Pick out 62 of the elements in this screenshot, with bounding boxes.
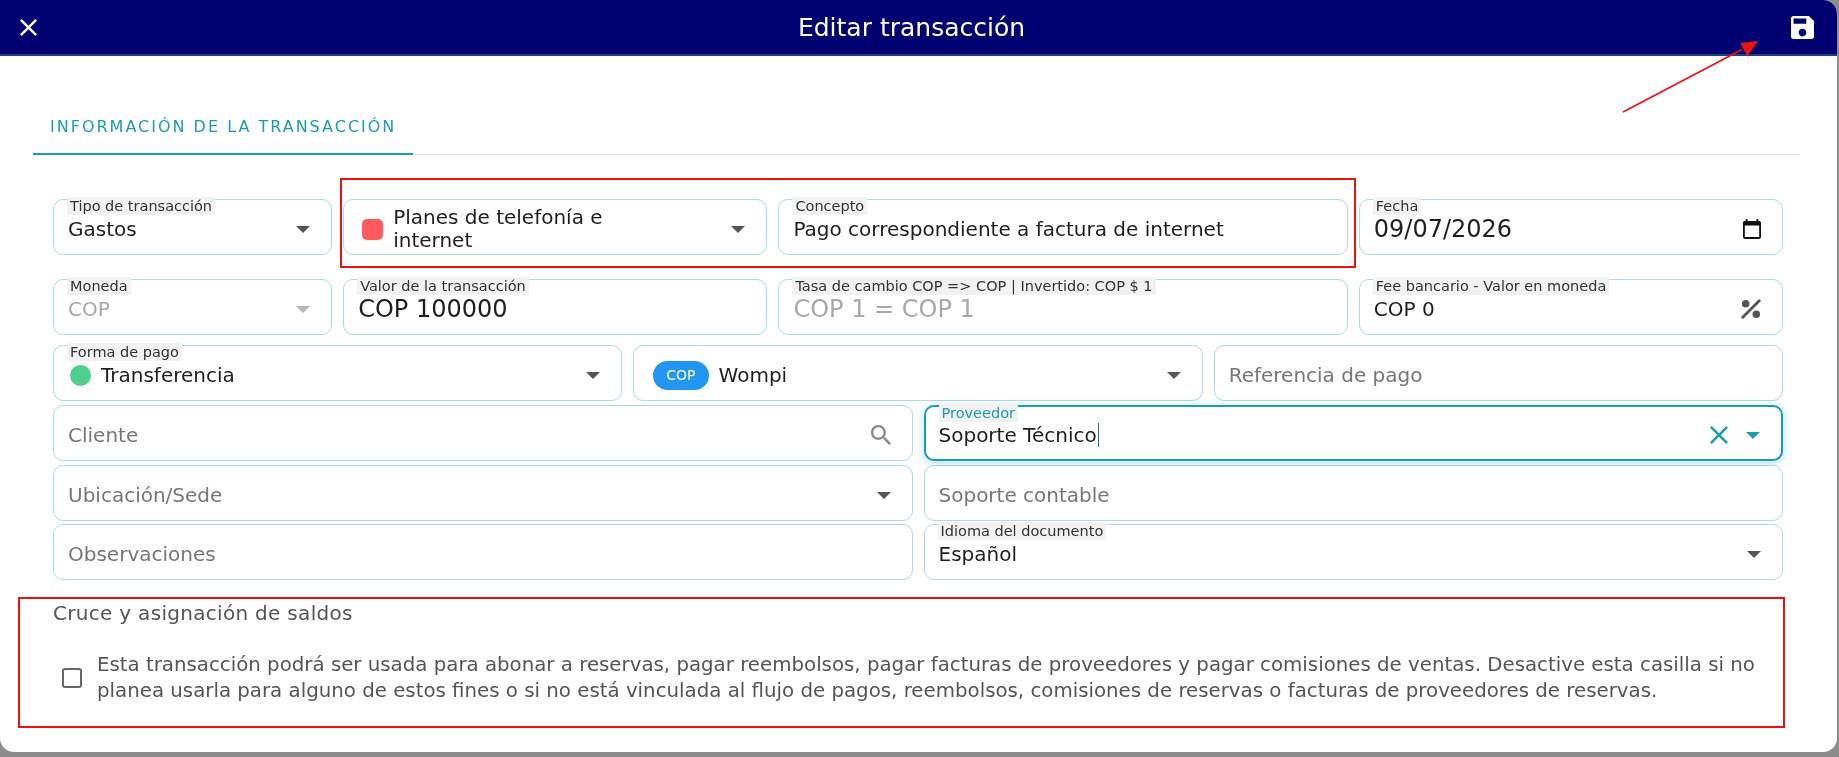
field-value: Wompi [718,363,788,387]
field-value: Pago correspondiente a factura de internet [793,217,1224,241]
placeholder-text: Ubicación/Sede [68,483,223,507]
close-icon [19,18,37,36]
placeholder-text: Cliente [68,423,139,447]
caret-icon[interactable] [586,371,601,379]
search-icon[interactable] [870,425,891,445]
field-label: Fee bancario - Valor en moneda [1372,277,1610,295]
field-label: Forma de pago [67,343,182,361]
field-value: COP [68,297,110,321]
save-button[interactable] [1789,14,1815,40]
input-field[interactable]: Concepto Pago correspondiente a factura de internet [778,199,1348,255]
calendar-icon[interactable] [1743,219,1761,239]
text-cursor [1097,423,1099,447]
dropdown-field[interactable]: Forma de pago Transferencia [53,345,623,401]
search-field[interactable]: Cliente [53,405,913,461]
caret-icon[interactable] [1746,431,1760,439]
input-field[interactable]: Valor de la transacción COP 100000 [343,279,768,335]
field-value: Soporte Técnico [938,423,1097,447]
dropdown-field[interactable]: Idioma del documento Español [923,524,1783,580]
clear-icon[interactable] [1710,426,1728,444]
field-value: 09/07/2026 [1373,217,1513,241]
checkbox[interactable] [62,668,82,688]
field-label: Idioma del documento [937,522,1107,540]
input-field[interactable]: Fee bancario - Valor en moneda COP 0 [1358,279,1783,335]
dialog-title: Editar transacción [796,12,1027,42]
field-label: Moneda [67,277,131,295]
field-value: COP 1 = COP 1 [793,297,975,321]
currency-chip: COP [653,360,709,390]
field-value: Gastos [68,217,137,241]
placeholder-text: Soporte contable [938,483,1110,507]
date-field[interactable]: Fecha 09/07/2026 [1358,199,1783,255]
placeholder-text: Observaciones [68,542,216,566]
autocomplete-field[interactable]: Proveedor Soporte Técnico [923,405,1783,461]
field-value: COP 0 [1373,297,1435,321]
field-value: Español [938,542,1017,566]
percent-icon[interactable] [1741,299,1761,319]
caret-icon[interactable] [876,491,891,499]
field-label: Fecha [1372,197,1422,215]
caret-icon[interactable] [731,225,746,233]
section-title: Cruce y asignación de saldos [53,602,354,624]
save-icon [1790,15,1814,39]
caret-icon[interactable] [296,225,311,233]
input-field[interactable]: Referencia de pago [1213,345,1783,401]
dropdown-field[interactable]: Ubicación/Sede [53,465,913,521]
dropdown-field[interactable]: Tipo de transacción Gastos [53,199,333,255]
field-value: Transferencia [101,363,235,387]
input-field[interactable]: Observaciones [53,524,913,580]
caret-icon[interactable] [1166,371,1181,379]
field-label: Valor de la transacción [357,277,529,295]
input-field[interactable]: Soporte contable [923,465,1783,521]
field-value: Planes de telefonía e internet [393,206,604,252]
checkbox-label: Esta transacción podrá ser usada para abonar a reservas, pagar reembolsos, pagar facturas de proveedores y pagar comisiones de ventas. Desactive esta casilla si no planea usarla para alguno de estos fines o si no está vinculada al flujo de pagos, reembolsos, comisiones de reservas o facturas de proveedores de reservas. [97,652,1756,704]
field-label: Proveedor [938,404,1018,422]
dropdown-field[interactable]: Planes de telefonía e internet [343,199,768,255]
caret-icon[interactable] [1747,550,1761,558]
field-label: Tasa de cambio COP => COP | Invertido: COP $ 1 [792,277,1156,295]
field-label: Tipo de transacción [67,197,216,215]
placeholder-text: Referencia de pago [1228,363,1423,387]
dropdown-field[interactable]: COP Wompi [633,345,1203,401]
field-label: Concepto [792,197,868,215]
field-value: COP 100000 [358,297,508,321]
